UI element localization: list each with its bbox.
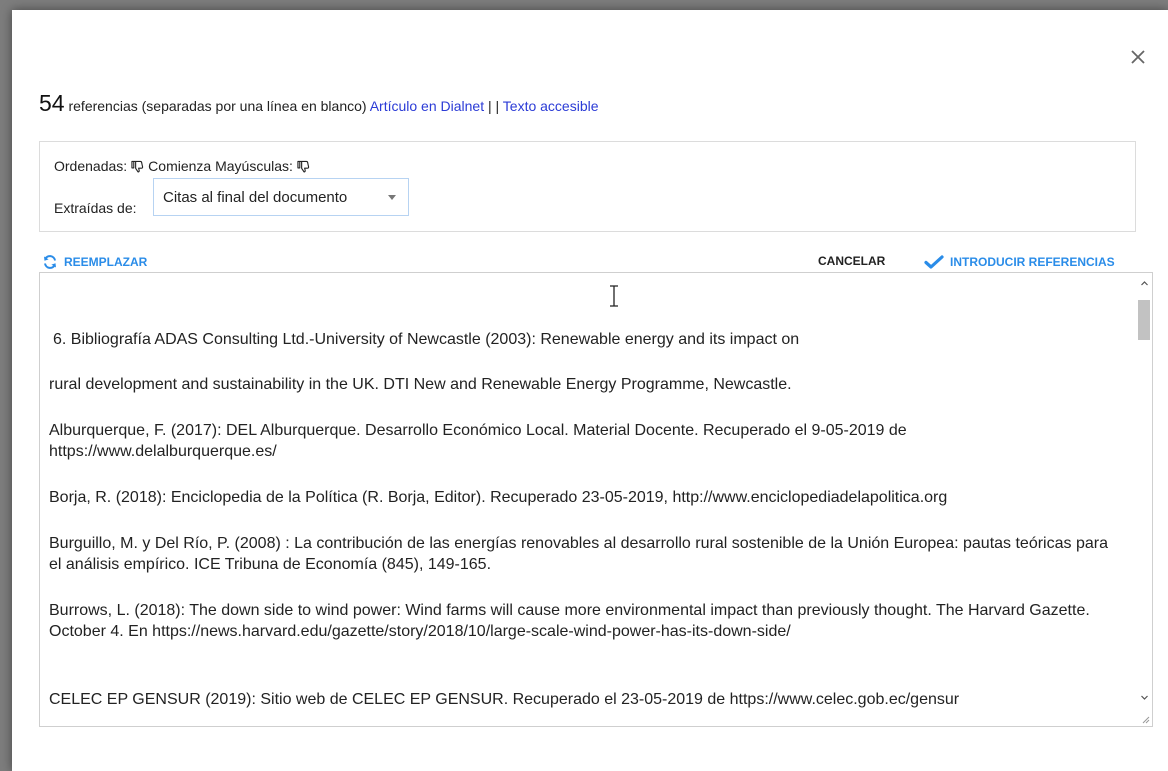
extraction-source-select[interactable]: Citas al final del documento bbox=[153, 178, 409, 216]
references-description: referencias (separadas por una línea en … bbox=[64, 98, 370, 114]
thumbs-down-icon bbox=[131, 160, 144, 172]
options-status-row: Ordenadas: Comienza Mayúsculas: bbox=[54, 158, 312, 174]
dialnet-article-link[interactable]: Artículo en Dialnet bbox=[370, 98, 484, 114]
replace-button[interactable]: REEMPLAZAR bbox=[42, 254, 147, 270]
reference-line: Burguillo, M. y Del Río, P. (2008) : La … bbox=[49, 535, 1108, 573]
reference-line: CELEC EP GENSUR (2019): Sitio web de CEL… bbox=[49, 691, 960, 708]
thumbs-down-icon bbox=[297, 160, 310, 172]
header-separator: | | bbox=[484, 98, 503, 114]
textarea-scrollbar[interactable] bbox=[1137, 273, 1152, 726]
references-count: 54 bbox=[39, 90, 65, 116]
scrollbar-thumb[interactable] bbox=[1138, 300, 1150, 340]
close-icon bbox=[1131, 50, 1145, 64]
check-icon bbox=[924, 255, 944, 269]
reference-line: rural development and sustainability in … bbox=[49, 376, 792, 393]
sorted-label: Ordenadas: bbox=[54, 158, 128, 174]
replace-label: REEMPLAZAR bbox=[64, 255, 148, 269]
extracted-from-label: Extraídas de: bbox=[54, 200, 137, 216]
extraction-options-panel: Ordenadas: Comienza Mayúsculas: Extraída… bbox=[39, 141, 1136, 232]
scroll-up-arrow-icon[interactable] bbox=[1140, 279, 1149, 288]
reference-line: Alburquerque, F. (2017): DEL Alburquerqu… bbox=[49, 422, 907, 460]
close-button[interactable] bbox=[1127, 46, 1149, 68]
extraction-source-value: Citas al final del documento bbox=[163, 189, 348, 206]
scroll-down-arrow-icon[interactable] bbox=[1140, 693, 1149, 702]
insert-references-button[interactable]: INTRODUCIR REFERENCIAS bbox=[924, 254, 1115, 270]
cancel-button[interactable]: CANCELAR bbox=[818, 254, 885, 268]
reference-line: Borja, R. (2018): Enciclopedia de la Pol… bbox=[49, 489, 948, 506]
text-cursor-icon bbox=[610, 285, 618, 307]
accessible-text-link[interactable]: Texto accesible bbox=[503, 98, 599, 114]
resize-grip-icon[interactable] bbox=[1141, 715, 1150, 724]
references-textarea[interactable]: 6. Bibliografía ADAS Consulting Ltd.-Uni… bbox=[39, 272, 1153, 727]
caret-down-icon bbox=[388, 195, 396, 200]
cancel-label: CANCELAR bbox=[818, 254, 886, 268]
refresh-icon bbox=[44, 255, 56, 269]
references-dialog: 54 referencias (separadas por una línea … bbox=[12, 10, 1168, 771]
insert-references-label: INTRODUCIR REFERENCIAS bbox=[950, 255, 1115, 269]
references-header: 54 referencias (separadas por una línea … bbox=[39, 90, 599, 117]
reference-line: Burrows, L. (2018): The down side to win… bbox=[49, 602, 1090, 640]
reference-line: 6. Bibliografía ADAS Consulting Ltd.-Uni… bbox=[53, 331, 800, 348]
capitals-label: Comienza Mayúsculas: bbox=[148, 158, 293, 174]
